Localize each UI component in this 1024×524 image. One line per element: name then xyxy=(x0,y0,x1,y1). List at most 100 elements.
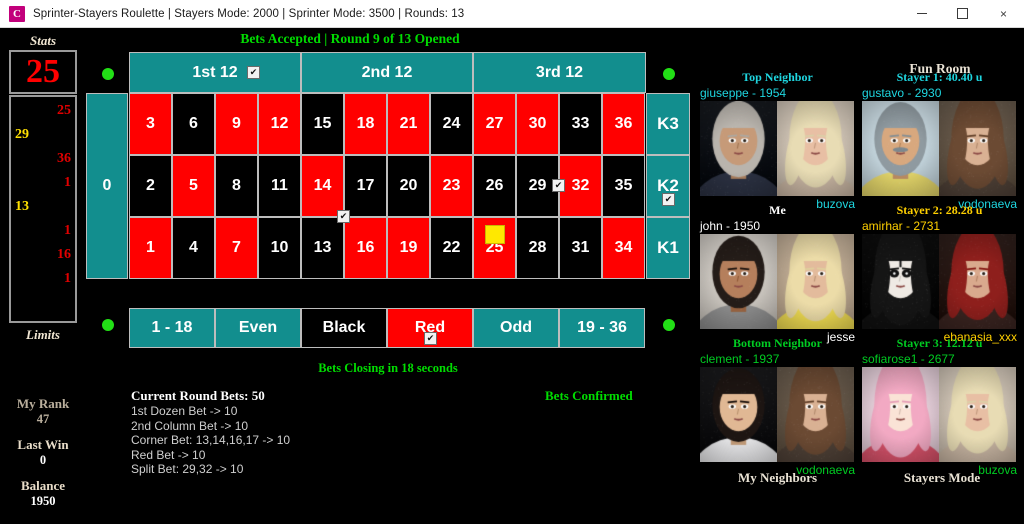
player-group-heading: Bottom Neighbor xyxy=(733,336,822,350)
outside-bet-red-checkmark[interactable] xyxy=(424,332,437,345)
number-cell-2[interactable]: 2 xyxy=(129,155,172,217)
player-photo-left[interactable] xyxy=(862,367,939,462)
number-cell-27[interactable]: 27 xyxy=(473,93,516,155)
player-photo-left[interactable] xyxy=(862,101,939,196)
history-number: 25 xyxy=(57,103,71,118)
number-cell-18[interactable]: 18 xyxy=(344,93,387,155)
outside-bet-1-18[interactable]: 1 - 18 xyxy=(129,308,215,348)
number-cell-10[interactable]: 10 xyxy=(258,217,301,279)
number-cell-1[interactable]: 1 xyxy=(129,217,172,279)
window-title: Sprinter-Stayers Roulette | Stayers Mode… xyxy=(33,7,465,20)
player-group: Stayer 1: 40.40 u gustavo - 2930 vodonaeva xyxy=(862,70,1017,212)
current-round-bets-title: Current Round Bets: 50 xyxy=(131,388,265,403)
number-cell-3[interactable]: 3 xyxy=(129,93,172,155)
player-photo-left[interactable] xyxy=(700,101,777,196)
column-bet-K1[interactable]: K1 xyxy=(646,217,690,279)
history-number: 36 xyxy=(57,151,71,166)
number-cell-0[interactable]: 0 xyxy=(86,93,128,279)
winning-number-marker xyxy=(484,225,505,244)
player-photo-right[interactable] xyxy=(777,367,854,462)
history-number: 29 xyxy=(15,127,29,142)
player-photo-left[interactable] xyxy=(862,234,939,329)
outside-bet-odd[interactable]: Odd xyxy=(473,308,559,348)
number-cell-14[interactable]: 14 xyxy=(301,155,344,217)
number-cell-13[interactable]: 13 xyxy=(301,217,344,279)
number-cell-20[interactable]: 20 xyxy=(387,155,430,217)
number-cell-21[interactable]: 21 xyxy=(387,93,430,155)
player-photo-right[interactable] xyxy=(777,234,854,329)
maximize-button[interactable] xyxy=(942,0,983,28)
player-group: Top Neighbor giuseppe - 1954 buzova xyxy=(700,70,855,212)
status-dot-bottom-left[interactable] xyxy=(102,319,114,331)
stats-heading: Stats xyxy=(29,33,56,48)
player-photo-right[interactable] xyxy=(939,367,1016,462)
player-group-heading: Stayer 3: 12.12 u xyxy=(896,336,983,350)
number-cell-32[interactable]: 32 xyxy=(559,155,602,217)
dozen-bet-1[interactable]: 1st 12 xyxy=(129,52,301,93)
number-cell-30[interactable]: 30 xyxy=(516,93,559,155)
dozen-bet-2[interactable]: 2nd 12 xyxy=(301,52,473,93)
history-number: 16 xyxy=(57,247,71,262)
number-cell-4[interactable]: 4 xyxy=(172,217,215,279)
column-bet-K2[interactable]: K2 xyxy=(646,155,690,217)
minimize-button[interactable] xyxy=(901,0,942,28)
my-rank-value: 47 xyxy=(36,412,50,426)
player-photos xyxy=(862,234,1017,329)
balance-value: 1950 xyxy=(30,494,56,508)
number-cell-11[interactable]: 11 xyxy=(258,155,301,217)
bet-line: Corner Bet: 13,14,16,17 -> 10 xyxy=(131,433,291,447)
player-photos xyxy=(700,101,855,196)
number-cell-6[interactable]: 6 xyxy=(172,93,215,155)
number-cell-8[interactable]: 8 xyxy=(215,155,258,217)
column-bet-K2-checkmark[interactable] xyxy=(662,193,675,206)
limits-heading: Limits xyxy=(26,327,60,342)
number-cell-5[interactable]: 5 xyxy=(172,155,215,217)
balance-label: Balance xyxy=(20,478,66,493)
number-cell-16[interactable]: 16 xyxy=(344,217,387,279)
player-photo-left[interactable] xyxy=(700,367,777,462)
number-cell-34[interactable]: 34 xyxy=(602,217,645,279)
number-cell-24[interactable]: 24 xyxy=(430,93,473,155)
last-number-box: 25 xyxy=(9,50,77,94)
player-name-balance: clement - 1937 xyxy=(700,352,780,366)
number-cell-15[interactable]: 15 xyxy=(301,93,344,155)
number-cell-9[interactable]: 9 xyxy=(215,93,258,155)
players-panel: Top Neighbor giuseppe - 1954 buzova Stayer … xyxy=(700,29,1024,524)
player-photo-left[interactable] xyxy=(700,234,777,329)
corner-bet-13-14-16-17-checkmark[interactable] xyxy=(337,210,350,223)
status-dot-bottom-right[interactable] xyxy=(663,319,675,331)
outside-bet-19-36[interactable]: 19 - 36 xyxy=(559,308,645,348)
player-name-balance: giuseppe - 1954 xyxy=(700,86,787,100)
column-bet-K3[interactable]: K3 xyxy=(646,93,690,155)
number-cell-26[interactable]: 26 xyxy=(473,155,516,217)
my-rank-block: My Rank 47 xyxy=(0,396,86,427)
number-cell-12[interactable]: 12 xyxy=(258,93,301,155)
split-bet-29-32-checkmark[interactable] xyxy=(552,179,565,192)
player-photo-right[interactable] xyxy=(777,101,854,196)
number-cell-28[interactable]: 28 xyxy=(516,217,559,279)
status-dot-top-left[interactable] xyxy=(102,68,114,80)
bet-line: 2nd Column Bet -> 10 xyxy=(131,418,249,433)
number-cell-35[interactable]: 35 xyxy=(602,155,645,217)
player-photos xyxy=(700,367,855,462)
number-cell-22[interactable]: 22 xyxy=(430,217,473,279)
number-cell-31[interactable]: 31 xyxy=(559,217,602,279)
last-win-value: 0 xyxy=(39,453,47,467)
balance-block: Balance 1950 xyxy=(0,478,86,509)
number-cell-36[interactable]: 36 xyxy=(602,93,645,155)
outside-bet-black[interactable]: Black xyxy=(301,308,387,348)
dozen-bet-1-checkmark[interactable] xyxy=(247,66,260,79)
number-cell-23[interactable]: 23 xyxy=(430,155,473,217)
close-icon[interactable]: × xyxy=(983,0,1024,28)
status-dot-top-right[interactable] xyxy=(663,68,675,80)
player-photo-right[interactable] xyxy=(939,234,1016,329)
outside-bet-even[interactable]: Even xyxy=(215,308,301,348)
number-cell-17[interactable]: 17 xyxy=(344,155,387,217)
player-group: Stayer 2: 28.28 u amirhar - 2731 ebanasia_… xyxy=(862,203,1017,345)
dozen-bet-3[interactable]: 3rd 12 xyxy=(473,52,646,93)
number-cell-19[interactable]: 19 xyxy=(387,217,430,279)
player-photo-right[interactable] xyxy=(939,101,1016,196)
number-cell-7[interactable]: 7 xyxy=(215,217,258,279)
number-cell-33[interactable]: 33 xyxy=(559,93,602,155)
bets-confirmed-status: Bets Confirmed xyxy=(545,388,633,403)
